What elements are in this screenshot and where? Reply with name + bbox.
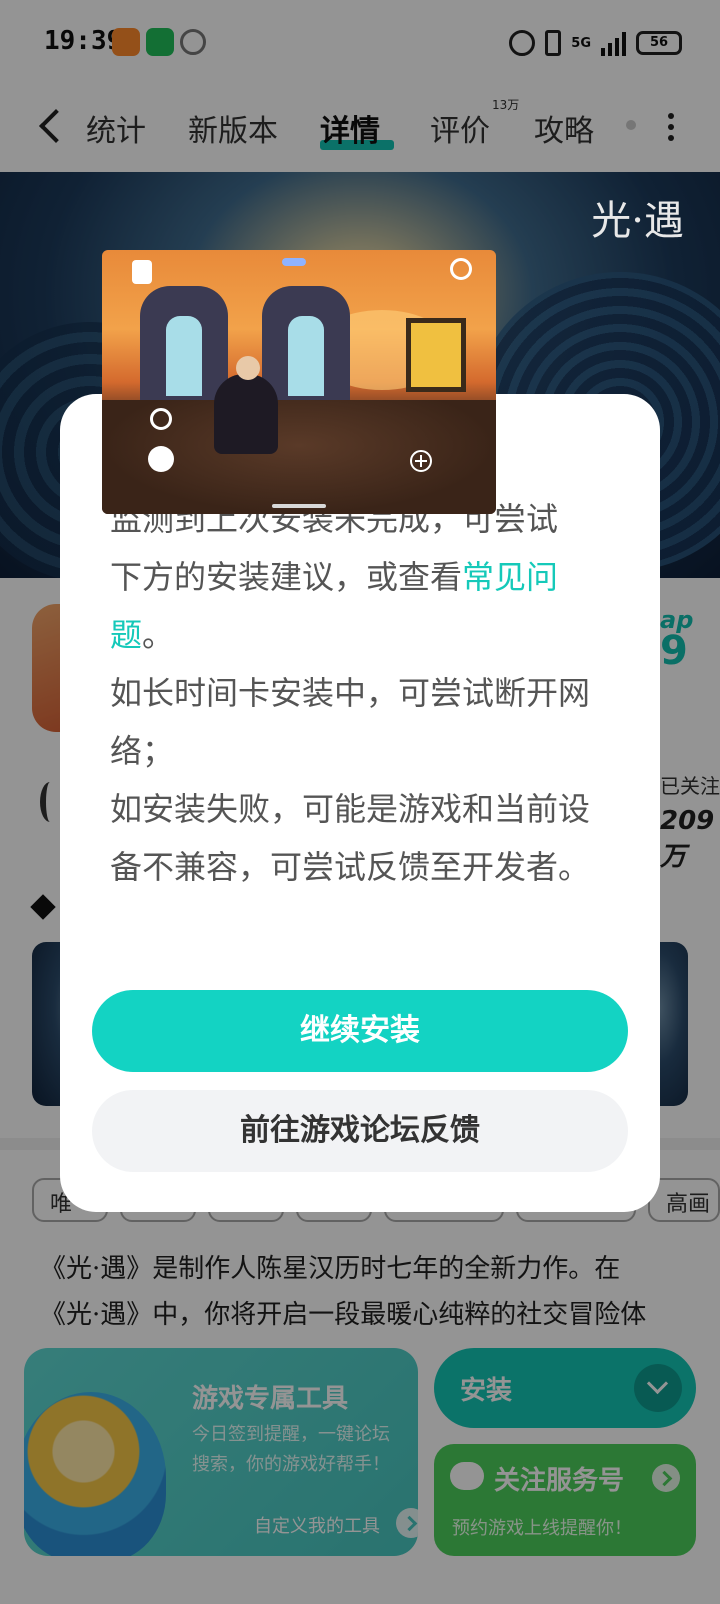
dialog-paragraph: 如安装失败，可能是游戏和当前设备不兼容，可尝试反馈至开发者。 (110, 790, 591, 886)
dialog-text-span: 下方的安装建议，或查看 (110, 558, 463, 596)
player-character (214, 356, 278, 454)
energy-bar-icon (282, 258, 306, 266)
forum-feedback-button[interactable]: 前往游戏论坛反馈 (92, 1090, 628, 1172)
sunflower-painting (406, 318, 466, 392)
dialog-message: 监测到上次安装未完成，可尝试 下方的安装建议，或查看常见问题。 如长时间卡安装中… (110, 490, 610, 896)
settings-icon[interactable] (450, 258, 472, 280)
dialog-paragraph: 如长时间卡安装中，可尝试断开网络； (110, 674, 591, 770)
plus-icon[interactable] (410, 450, 432, 472)
dialog-text-span: 。 (142, 616, 175, 654)
emote-icon[interactable] (148, 446, 174, 472)
game-logo: 光·遇 (591, 198, 684, 244)
gear-icon[interactable] (150, 408, 172, 430)
continue-install-button[interactable]: 继续安装 (92, 990, 628, 1072)
dialog-paragraph: 下方的安装建议，或查看常见问题。 (110, 548, 610, 664)
install-incomplete-dialog: 监测到上次安装未完成，可尝试 下方的安装建议，或查看常见问题。 如长时间卡安装中… (60, 394, 660, 1212)
candle-icon[interactable] (132, 260, 152, 284)
drag-handle[interactable] (272, 504, 326, 508)
floating-game-window[interactable] (102, 250, 496, 514)
stone-portal (140, 286, 228, 410)
